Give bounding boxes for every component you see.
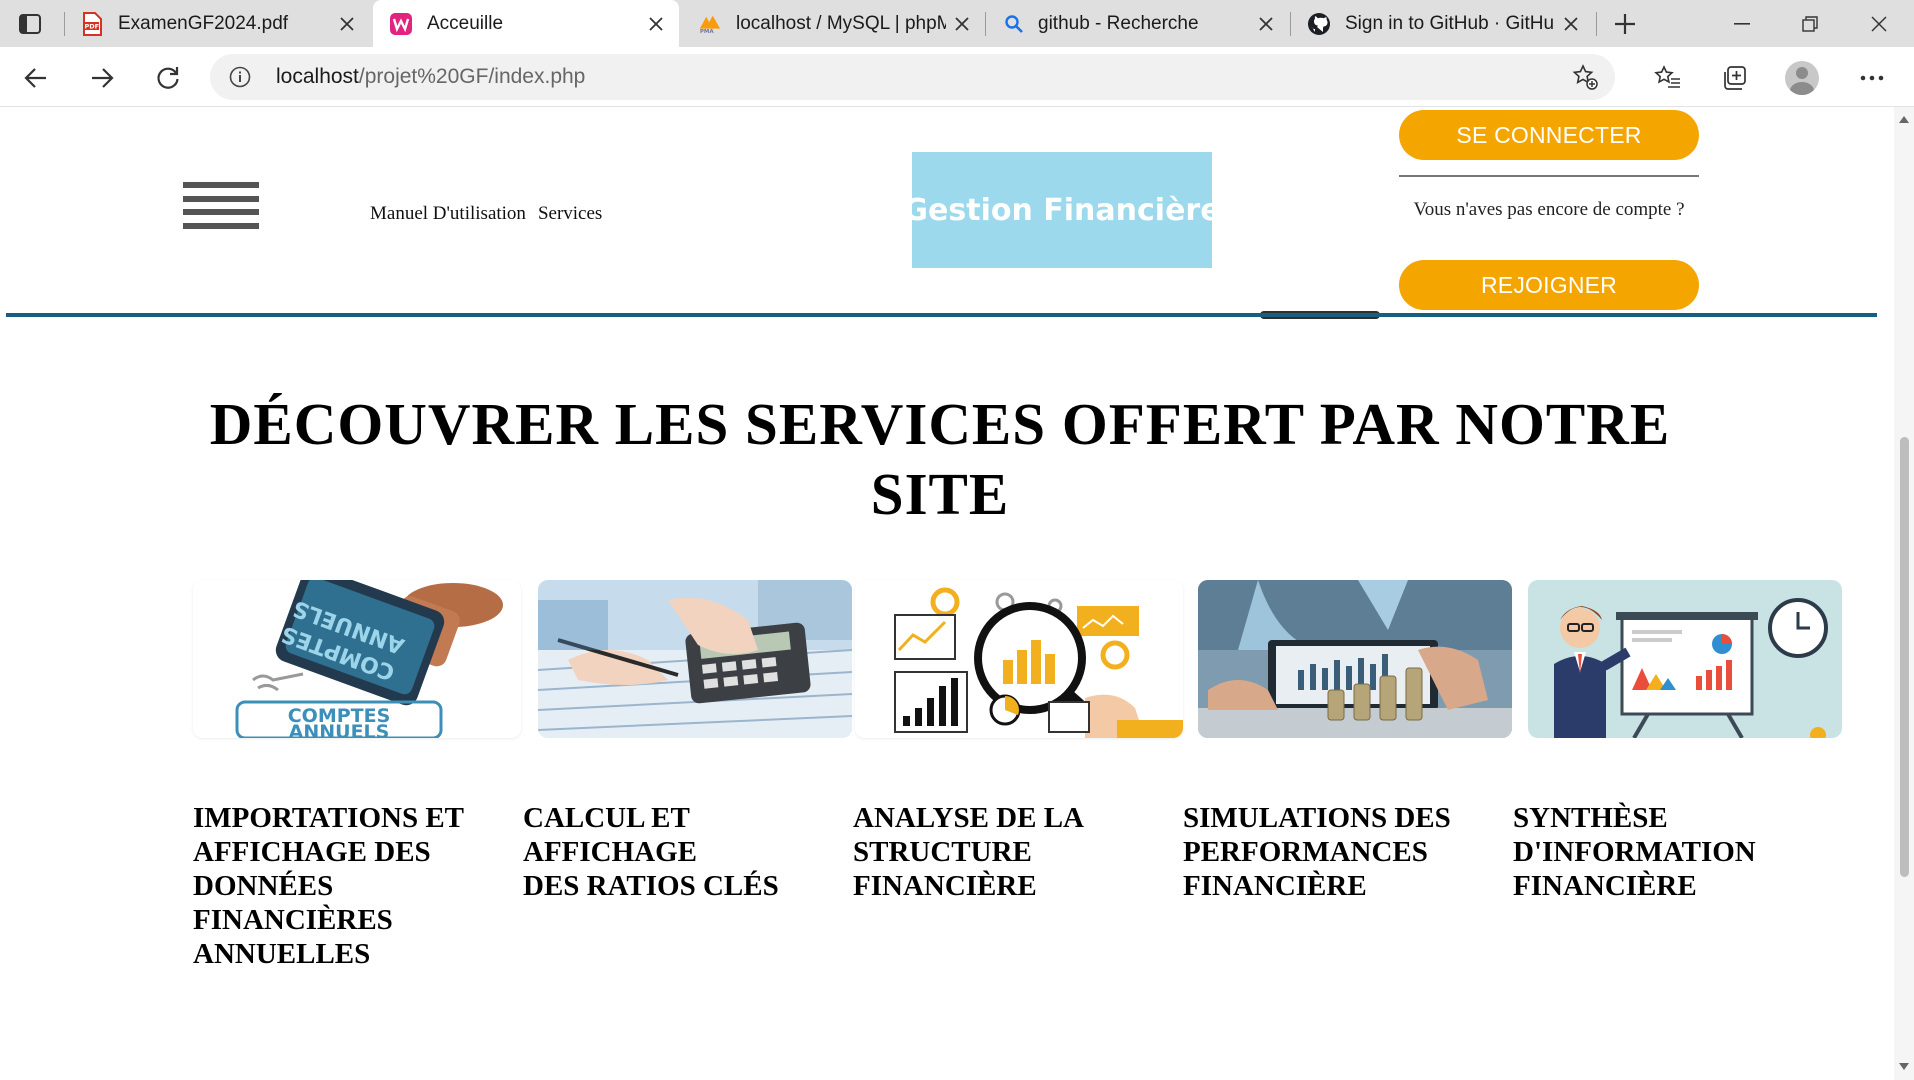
service-title-synthese[interactable]: SYNTHÈSE D'INFORMATION FINANCIÈRE xyxy=(1513,801,1756,903)
nav-link-services[interactable]: Services xyxy=(538,203,602,224)
service-title-line: SYNTHÈSE xyxy=(1513,802,1668,834)
service-title-line: ANNUELLES xyxy=(193,938,371,970)
page-viewport: Manuel D'utilisation Services Gestion Fin… xyxy=(0,107,1894,1080)
tab-title: ExamenGF2024.pdf xyxy=(118,13,289,34)
minimize-icon[interactable] xyxy=(1708,0,1776,47)
service-title-analyse[interactable]: ANALYSE DE LA STRUCTURE FINANCIÈRE xyxy=(853,801,1084,903)
service-title-line: IMPORTATIONS ET xyxy=(193,802,465,834)
pdf-icon: PDF xyxy=(80,12,104,36)
service-title-line: DES RATIOS CLÉS xyxy=(523,870,779,902)
tab-github-search[interactable]: github - Recherche xyxy=(986,0,1289,47)
collections-icon[interactable] xyxy=(1716,60,1752,96)
service-title-importations[interactable]: IMPORTATIONS ET AFFICHAGE DES DONNÉES FI… xyxy=(193,801,464,971)
service-title-line: FINANCIÈRES xyxy=(193,904,393,936)
url-host: localhost xyxy=(276,65,359,88)
tab-title: Acceuille xyxy=(427,13,504,34)
service-title-line: AFFICHAGE xyxy=(523,836,697,868)
wamp-icon xyxy=(389,12,413,36)
svg-text:PMA: PMA xyxy=(700,29,715,35)
tab-phpmyadmin[interactable]: PMA localhost / MySQL | phpM xyxy=(682,0,985,47)
no-account-text: Vous n'aves pas encore de compte ? xyxy=(1413,199,1685,220)
page-scrollbar[interactable] xyxy=(1894,107,1914,1080)
section-title-line: DÉCOUVRER LES SERVICES OFFERT PAR NOTRE xyxy=(209,391,1671,457)
close-tab-icon[interactable] xyxy=(1253,11,1279,37)
join-button[interactable]: REJOIGNER xyxy=(1399,260,1699,310)
nav-link-manuel[interactable]: Manuel D'utilisation xyxy=(370,203,526,224)
close-tab-icon[interactable] xyxy=(949,11,975,37)
divider xyxy=(1399,175,1699,177)
profile-avatar[interactable] xyxy=(1784,60,1820,96)
section-title: DÉCOUVRER LES SERVICES OFFERT PAR NOTRE … xyxy=(160,389,1720,529)
hamburger-menu-icon[interactable] xyxy=(183,182,259,242)
main-nav: Manuel D'utilisation Services xyxy=(370,203,614,225)
close-tab-icon[interactable] xyxy=(334,11,360,37)
service-image-synthese[interactable] xyxy=(1528,580,1842,738)
stamp-imprint-text: ANNUELS xyxy=(289,721,390,738)
service-title-simulations[interactable]: SIMULATIONS DES PERFORMANCES FINANCIÈRE xyxy=(1183,801,1451,903)
restore-icon[interactable] xyxy=(1776,0,1844,47)
logo-text: Gestion Financière xyxy=(903,192,1221,228)
service-title-line: PERFORMANCES xyxy=(1183,836,1428,868)
section-title-line: SITE xyxy=(870,461,1010,527)
close-tab-icon[interactable] xyxy=(643,11,669,37)
tab-strip: PDF ExamenGF2024.pdf Acceuille PMA local… xyxy=(0,0,1914,47)
close-window-icon[interactable] xyxy=(1844,0,1914,47)
service-title-line: FINANCIÈRE xyxy=(853,870,1037,902)
service-title-line: SIMULATIONS DES xyxy=(1183,802,1451,834)
more-options-icon[interactable] xyxy=(1854,60,1890,96)
service-title-line: DONNÉES xyxy=(193,870,334,902)
github-icon xyxy=(1307,12,1331,36)
service-image-simulations[interactable] xyxy=(1198,580,1512,738)
service-title-line: ANALYSE DE LA xyxy=(853,802,1084,834)
login-button[interactable]: SE CONNECTER xyxy=(1399,110,1699,160)
tab-actions-icon[interactable] xyxy=(18,12,42,36)
add-favorite-icon[interactable] xyxy=(1571,63,1599,91)
service-image-analyse-structure[interactable] xyxy=(855,580,1183,738)
url-path: /projet%20GF/index.php xyxy=(358,65,586,88)
search-icon xyxy=(1002,12,1026,36)
tab-pdf[interactable]: PDF ExamenGF2024.pdf xyxy=(64,0,370,47)
forward-icon[interactable] xyxy=(82,58,122,98)
scrollbar-thumb[interactable] xyxy=(1900,437,1909,877)
service-title-line: FINANCIÈRE xyxy=(1513,870,1697,902)
scroll-up-icon[interactable] xyxy=(1897,113,1911,125)
tab-title: Sign in to GitHub · GitHub xyxy=(1345,13,1553,34)
address-bar[interactable]: localhost/projet%20GF/index.php xyxy=(210,54,1615,100)
back-icon[interactable] xyxy=(16,58,56,98)
service-image-comptes-annuels[interactable]: COMPTES ANNUELS COMPTES ANNUELS xyxy=(193,580,521,738)
service-title-calcul[interactable]: CALCUL ET AFFICHAGE DES RATIOS CLÉS xyxy=(523,801,779,903)
tab-github-signin[interactable]: Sign in to GitHub · GitHub xyxy=(1291,0,1594,47)
scroll-down-icon[interactable] xyxy=(1897,1060,1911,1072)
service-title-line: D'INFORMATION xyxy=(1513,836,1756,868)
service-title-line: CALCUL ET xyxy=(523,802,690,834)
address-toolbar: localhost/projet%20GF/index.php xyxy=(0,47,1914,107)
site-logo[interactable]: Gestion Financière xyxy=(903,152,1221,268)
favorites-icon[interactable] xyxy=(1650,60,1686,96)
service-title-line: AFFICHAGE DES xyxy=(193,836,431,868)
refresh-icon[interactable] xyxy=(148,58,188,98)
tab-title: github - Recherche xyxy=(1038,13,1199,34)
service-image-calcul-ratios[interactable] xyxy=(538,580,852,738)
close-tab-icon[interactable] xyxy=(1558,11,1584,37)
tab-acceuille[interactable]: Acceuille xyxy=(373,0,679,47)
new-tab-icon[interactable] xyxy=(1612,11,1638,37)
service-title-line: FINANCIÈRE xyxy=(1183,870,1367,902)
service-title-line: STRUCTURE xyxy=(853,836,1032,868)
svg-text:PDF: PDF xyxy=(85,23,100,31)
header-divider-line xyxy=(6,313,1877,317)
tab-title: localhost / MySQL | phpM xyxy=(736,13,946,34)
site-info-icon[interactable] xyxy=(228,65,252,89)
phpmyadmin-icon: PMA xyxy=(698,12,722,36)
url-text[interactable]: localhost/projet%20GF/index.php xyxy=(276,65,585,89)
